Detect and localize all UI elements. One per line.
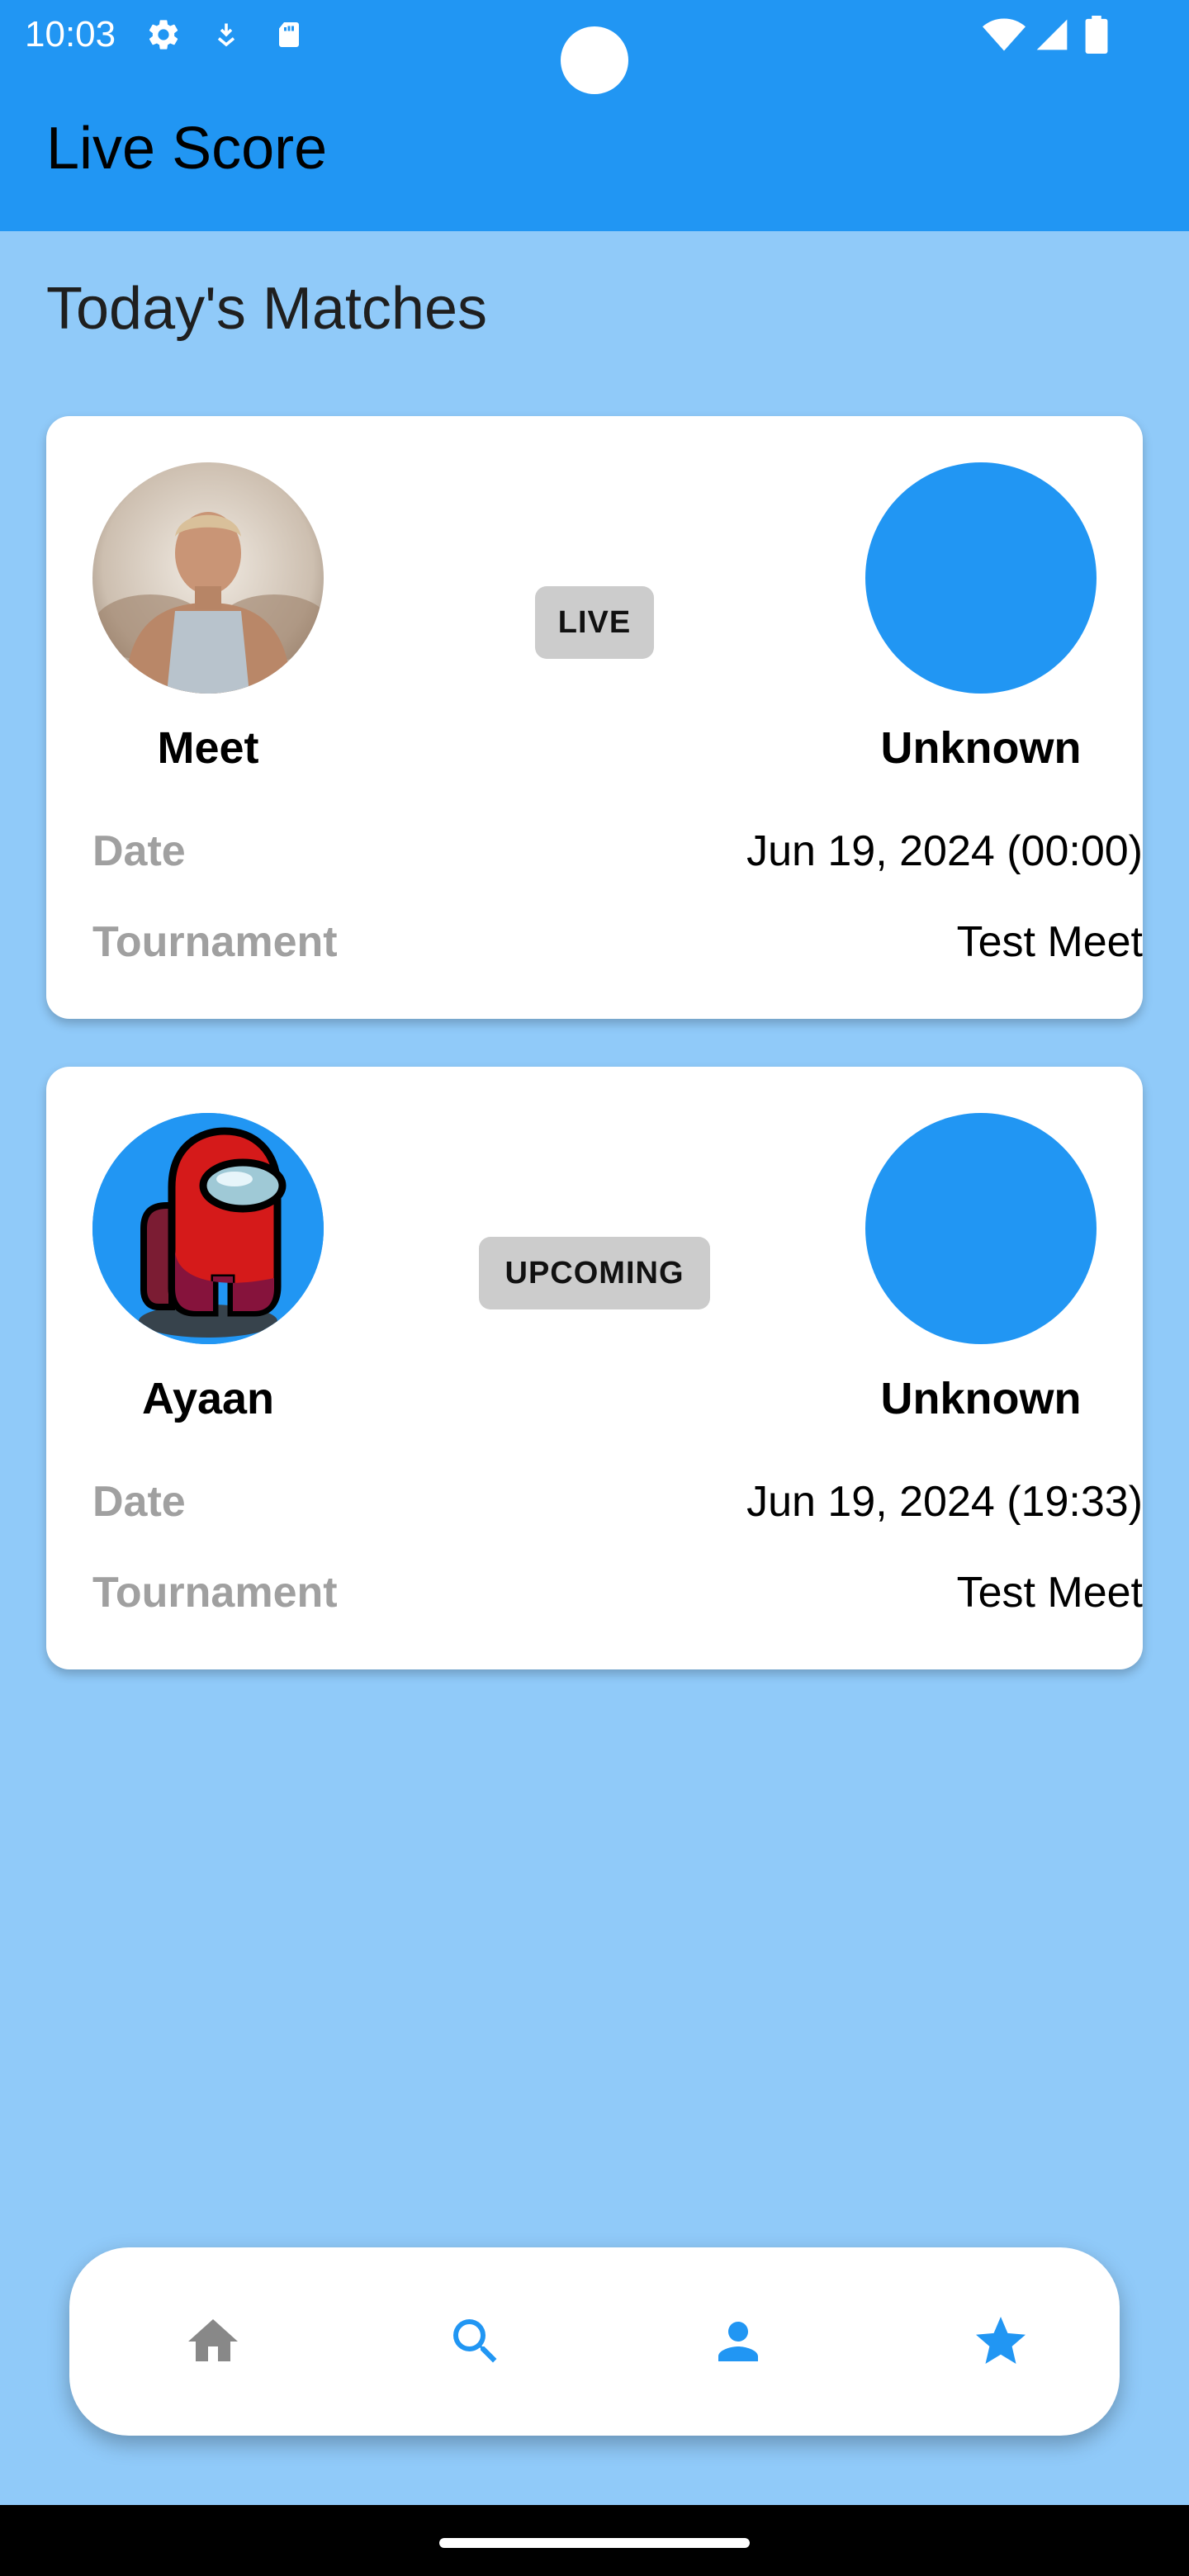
player-avatar bbox=[92, 462, 324, 694]
status-time: 10:03 bbox=[25, 14, 116, 54]
opponent-name: Unknown bbox=[880, 1374, 1082, 1423]
player-photo-icon bbox=[92, 462, 324, 694]
bottom-navigation bbox=[69, 2247, 1120, 2436]
status-badge: UPCOMING bbox=[479, 1237, 710, 1309]
tournament-label: Tournament bbox=[92, 1569, 338, 1617]
player-name: Meet bbox=[157, 723, 259, 773]
date-label: Date bbox=[92, 1478, 186, 1526]
opponent-avatar-placeholder bbox=[865, 1113, 1097, 1344]
status-badge: LIVE bbox=[535, 586, 654, 659]
player-avatar bbox=[92, 1113, 324, 1344]
tournament-row: Tournament Test Meet bbox=[92, 1564, 1143, 1622]
tournament-row: Tournament Test Meet bbox=[92, 913, 1143, 971]
date-value: Jun 19, 2024 (19:33) bbox=[746, 1478, 1143, 1526]
match-card[interactable]: LIVE Meet Unknown Date Jun 19, 2024 (00:… bbox=[46, 416, 1143, 1019]
camera-cutout bbox=[561, 26, 628, 94]
match-card[interactable]: UPCOMING Ayaan Unknown Date Jun 19, 2024… bbox=[46, 1067, 1143, 1669]
date-row: Date Jun 19, 2024 (19:33) bbox=[92, 1473, 1143, 1531]
wifi-icon bbox=[981, 15, 1027, 54]
battery-icon bbox=[1083, 15, 1110, 54]
date-row: Date Jun 19, 2024 (00:00) bbox=[92, 822, 1143, 880]
star-icon bbox=[976, 2317, 1026, 2364]
app-title: Live Score bbox=[46, 116, 328, 182]
tournament-value: Test Meet bbox=[956, 918, 1143, 966]
home-icon bbox=[188, 2319, 238, 2361]
tournament-value: Test Meet bbox=[956, 1569, 1143, 1617]
date-value: Jun 19, 2024 (00:00) bbox=[746, 827, 1143, 875]
nav-home-button[interactable] bbox=[155, 2284, 271, 2399]
system-navigation-bar bbox=[0, 2505, 1189, 2576]
home-indicator[interactable] bbox=[439, 2538, 750, 2548]
section-title: Today's Matches bbox=[46, 276, 487, 342]
nav-search-button[interactable] bbox=[418, 2284, 533, 2399]
tournament-label: Tournament bbox=[92, 918, 338, 966]
crewmate-icon bbox=[92, 1113, 324, 1344]
opponent-avatar-placeholder bbox=[865, 462, 1097, 694]
app-bar: 10:03 Live Score bbox=[0, 0, 1189, 231]
date-label: Date bbox=[92, 827, 186, 875]
search-icon bbox=[453, 2319, 497, 2363]
opponent-name: Unknown bbox=[880, 723, 1082, 773]
sd-card-icon bbox=[272, 15, 306, 54]
nav-favorites-button[interactable] bbox=[943, 2284, 1059, 2399]
person-icon bbox=[718, 2322, 758, 2361]
nav-profile-button[interactable] bbox=[680, 2284, 796, 2399]
signal-icon bbox=[1032, 15, 1072, 54]
download-icon bbox=[210, 15, 243, 54]
player-name: Ayaan bbox=[141, 1374, 275, 1423]
gear-icon bbox=[144, 15, 183, 54]
